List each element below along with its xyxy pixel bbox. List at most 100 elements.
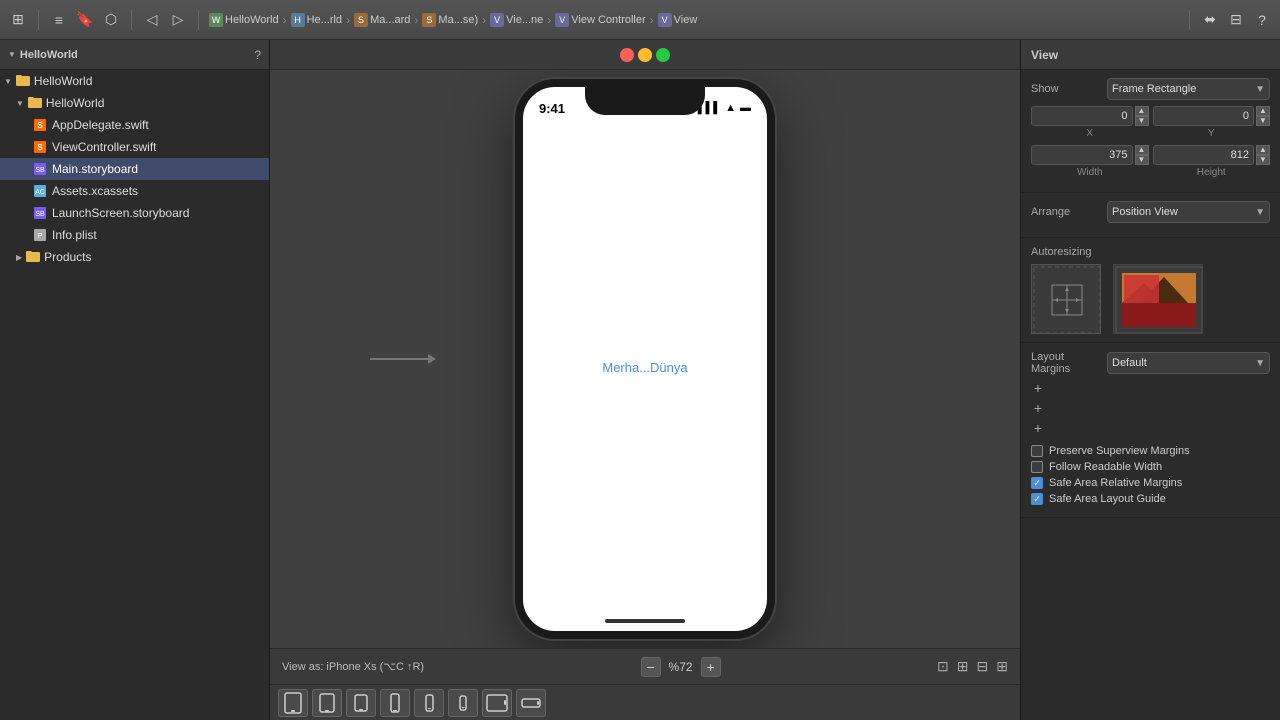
device-iphone-landscape[interactable] xyxy=(516,689,546,717)
sidebar-label-infoplist: Info.plist xyxy=(52,228,97,242)
preserve-superview-checkbox[interactable] xyxy=(1031,445,1043,457)
bookmark-icon[interactable]: 🔖 xyxy=(75,10,95,30)
width-stepper: ▲ ▼ xyxy=(1135,145,1149,165)
width-stepper-up[interactable]: ▲ xyxy=(1135,145,1149,155)
sidebar-item-products[interactable]: ▶ Products xyxy=(0,246,269,268)
sidebar-item-helloworld-group[interactable]: ▼ HelloWorld xyxy=(0,70,269,92)
device-iphone-tall[interactable] xyxy=(380,689,410,717)
sidebar-item-viewcontroller[interactable]: S ViewController.swift xyxy=(0,136,269,158)
project-title: HelloWorld xyxy=(20,49,78,61)
main-layout: ▼ HelloWorld ? ▼ HelloWorld ▼ HelloWorld… xyxy=(0,40,1280,720)
checkbox-safe-area-margins: Safe Area Relative Margins xyxy=(1031,477,1270,489)
layout-margins-label: Layout Margins xyxy=(1031,351,1101,375)
panel-toggle-icon[interactable]: ⊟ xyxy=(1226,10,1246,30)
width-input[interactable]: 375 xyxy=(1031,145,1133,165)
safe-area-layout-checkbox[interactable] xyxy=(1031,493,1043,505)
safe-area-margins-checkbox[interactable] xyxy=(1031,477,1043,489)
grid-icon[interactable]: ⊞ xyxy=(957,658,969,675)
x-label: X xyxy=(1031,128,1149,139)
xy-row: 0 ▲ ▼ X 0 xyxy=(1031,106,1270,139)
breadcrumb-item-3[interactable]: S Ma...ard xyxy=(354,13,410,27)
height-label: Height xyxy=(1153,167,1271,178)
layout-margins-row: Layout Margins Default ▼ xyxy=(1031,351,1270,375)
autoresizing-label-row: Autoresizing xyxy=(1031,246,1270,258)
hex-icon[interactable]: ⬡ xyxy=(101,10,121,30)
fit-screen-icon[interactable]: ⊡ xyxy=(937,658,949,675)
close-button[interactable] xyxy=(620,48,634,62)
width-input-group: 375 ▲ ▼ Width xyxy=(1031,145,1149,178)
sidebar-item-assets[interactable]: AC Assets.xcassets xyxy=(0,180,269,202)
forward-button[interactable]: ▷ xyxy=(168,10,188,30)
device-ipad-large[interactable] xyxy=(278,689,308,717)
sidebar-item-main-storyboard[interactable]: SB Main.storyboard xyxy=(0,158,269,180)
x-stepper-down[interactable]: ▼ xyxy=(1135,116,1149,126)
toolbar-sep-2 xyxy=(131,10,132,30)
zoom-in-button[interactable]: + xyxy=(701,657,721,677)
y-stepper: ▲ ▼ xyxy=(1256,106,1270,126)
folder-closed-icon-1 xyxy=(16,74,30,89)
follow-readable-checkbox[interactable] xyxy=(1031,461,1043,473)
help-icon[interactable]: ? xyxy=(1252,10,1272,30)
breadcrumb-item-6[interactable]: V View Controller xyxy=(555,13,645,27)
minimize-button[interactable] xyxy=(638,48,652,62)
breadcrumb-item-7[interactable]: V View xyxy=(658,13,698,27)
sidebar-label-viewcontroller: ViewController.swift xyxy=(52,140,156,154)
sidebar-label-appdelegate: AppDelegate.swift xyxy=(52,118,149,132)
autoresize-widget[interactable] xyxy=(1031,264,1101,334)
device-picker xyxy=(270,684,1020,720)
show-dropdown[interactable]: Frame Rectangle ▼ xyxy=(1107,78,1270,100)
height-stepper-down[interactable]: ▼ xyxy=(1256,155,1270,165)
constraints-icon[interactable]: ⊞ xyxy=(996,658,1008,675)
sidebar-item-helloworld-sub[interactable]: ▼ HelloWorld xyxy=(0,92,269,114)
show-section: Show Frame Rectangle ▼ 0 ▲ xyxy=(1021,70,1280,193)
maximize-button[interactable] xyxy=(656,48,670,62)
breadcrumb-item-2[interactable]: H He...rld xyxy=(291,13,342,27)
schemes-icon[interactable]: ⬌ xyxy=(1200,10,1220,30)
layout-margins-arrow: ▼ xyxy=(1255,358,1265,369)
y-input[interactable]: 0 xyxy=(1153,106,1255,126)
device-ipad-med[interactable] xyxy=(312,689,342,717)
breadcrumb-sep-4: › xyxy=(482,13,486,27)
height-stepper-up[interactable]: ▲ xyxy=(1256,145,1270,155)
breadcrumb-item-5[interactable]: V Vie...ne xyxy=(490,13,543,27)
arrange-dropdown[interactable]: Position View ▼ xyxy=(1107,201,1270,223)
layout-icon[interactable]: ⊟ xyxy=(977,658,989,675)
preserve-superview-label: Preserve Superview Margins xyxy=(1049,445,1190,457)
x-input[interactable]: 0 xyxy=(1031,106,1133,126)
iphone-content-area: Merha...Dünya xyxy=(523,123,767,611)
back-button[interactable]: ◁ xyxy=(142,10,162,30)
sidebar-help-button[interactable]: ? xyxy=(254,48,261,62)
breadcrumb-item-4[interactable]: S Ma...se) xyxy=(422,13,478,27)
x-stepper-up[interactable]: ▲ xyxy=(1135,106,1149,116)
sidebar-item-appdelegate[interactable]: S AppDelegate.swift xyxy=(0,114,269,136)
view-as-label: View as: iPhone Xs (⌥C ↑R) xyxy=(282,660,424,673)
height-input[interactable]: 812 xyxy=(1153,145,1255,165)
arrange-section: Arrange Position View ▼ xyxy=(1021,193,1280,238)
checkbox-follow-readable: Follow Readable Width xyxy=(1031,461,1270,473)
toolbar-sep-3 xyxy=(198,10,199,30)
svg-text:S: S xyxy=(37,143,43,152)
storyboard-icon-1: S xyxy=(354,13,368,27)
y-stepper-up[interactable]: ▲ xyxy=(1256,106,1270,116)
width-stepper-down[interactable]: ▼ xyxy=(1135,155,1149,165)
svg-text:S: S xyxy=(37,121,43,130)
device-iphone-med[interactable] xyxy=(414,689,444,717)
y-stepper-down[interactable]: ▼ xyxy=(1256,116,1270,126)
canvas-body[interactable]: 9:41 ▌▌▌ ▲ ▬ Merha...Dünya xyxy=(270,70,1020,648)
breadcrumb-item-1[interactable]: W HelloWorld xyxy=(209,13,279,27)
plus-row-2: + xyxy=(1031,401,1270,415)
triangle-icon: ▼ xyxy=(8,50,16,59)
add-margin-3[interactable]: + xyxy=(1031,421,1045,435)
zoom-out-button[interactable]: − xyxy=(641,657,661,677)
sidebar-item-infoplist[interactable]: P Info.plist xyxy=(0,224,269,246)
nav-icon[interactable]: ≡ xyxy=(49,10,69,30)
device-iphone-small[interactable] xyxy=(448,689,478,717)
canvas-view-buttons: ⊡ ⊞ ⊟ ⊞ xyxy=(937,658,1008,675)
sidebar-item-launchscreen[interactable]: SB LaunchScreen.storyboard xyxy=(0,202,269,224)
layout-margins-dropdown[interactable]: Default ▼ xyxy=(1107,352,1270,374)
device-ipad-landscape[interactable] xyxy=(482,689,512,717)
add-margin-2[interactable]: + xyxy=(1031,401,1045,415)
device-ipad-small[interactable] xyxy=(346,689,376,717)
add-margin-1[interactable]: + xyxy=(1031,381,1045,395)
main-toolbar: ⊞ ≡ 🔖 ⬡ ◁ ▷ W HelloWorld › H He...rld › … xyxy=(0,0,1280,40)
